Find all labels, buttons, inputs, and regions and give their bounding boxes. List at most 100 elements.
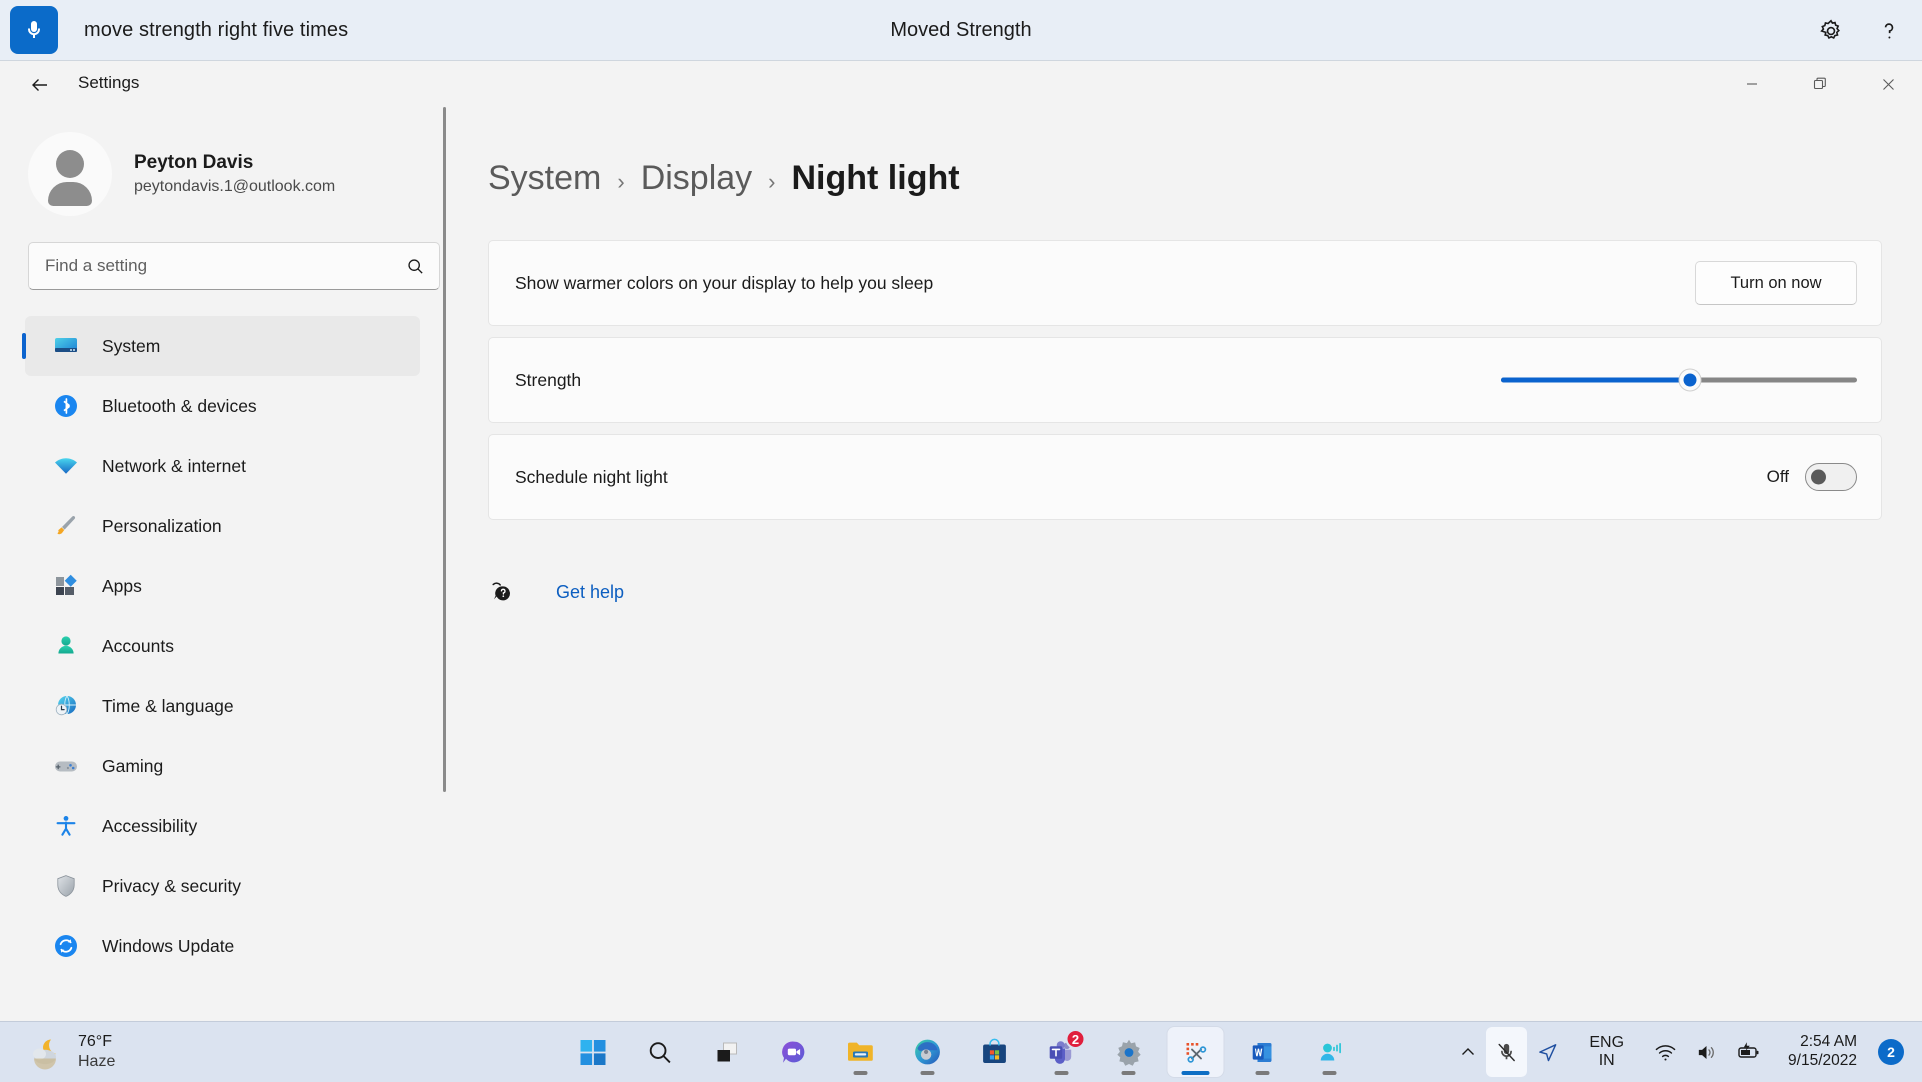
sidebar-item-network-internet[interactable]: Network & internet: [25, 436, 420, 496]
folder-icon: [848, 1042, 873, 1061]
get-help-link[interactable]: Get help: [488, 577, 1922, 607]
sidebar-item-label: Windows Update: [102, 935, 235, 956]
accessibility-person-icon: [52, 812, 80, 840]
wifi-icon: [1655, 1044, 1676, 1061]
sidebar-item-apps[interactable]: Apps: [25, 556, 420, 616]
taskbar-chat-button[interactable]: [766, 1027, 822, 1077]
sidebar-item-label: Privacy & security: [102, 875, 242, 896]
taskbar-app-area: 2: [565, 1027, 1358, 1077]
edge-icon: [915, 1039, 940, 1065]
running-indicator: [1054, 1071, 1069, 1075]
breadcrumb: System › Display › Night light: [448, 107, 1922, 198]
taskbar-file-explorer-button[interactable]: [833, 1027, 889, 1077]
system-tray: ENG IN 2:54 AM 9/15/2022 2: [1450, 1027, 1910, 1077]
tray-date: 9/15/2022: [1788, 1052, 1857, 1069]
sidebar-item-gaming[interactable]: Gaming: [25, 736, 420, 796]
breadcrumb-item-display[interactable]: Display: [641, 159, 752, 198]
tray-language-button[interactable]: ENG IN: [1568, 1027, 1645, 1077]
breadcrumb-separator-icon: ›: [617, 169, 625, 194]
search-icon[interactable]: [406, 257, 425, 276]
back-button[interactable]: [20, 69, 60, 101]
sidebar-scrollbar-thumb[interactable]: [443, 107, 446, 792]
gear-icon[interactable]: [1816, 16, 1846, 46]
running-indicator: [1322, 1071, 1337, 1075]
sidebar-scrollbar[interactable]: [443, 107, 446, 1021]
sidebar-item-accessibility[interactable]: Accessibility: [25, 796, 420, 856]
settings-window: Settings Peyton Davis peytondavis.1@outl…: [0, 61, 1922, 1021]
monitor-icon: [52, 332, 80, 360]
sidebar-item-accounts[interactable]: Accounts: [25, 616, 420, 676]
window-title: Settings: [78, 73, 140, 92]
sidebar-item-time-language[interactable]: Time & language: [25, 676, 420, 736]
notification-center-badge[interactable]: 2: [1878, 1039, 1904, 1065]
tray-microphone-button[interactable]: [1486, 1027, 1528, 1077]
close-button[interactable]: [1854, 61, 1922, 107]
task-view-icon: [717, 1042, 737, 1061]
sidebar-item-bluetooth-devices[interactable]: Bluetooth & devices: [25, 376, 420, 436]
wifi-icon: [52, 452, 80, 480]
taskbar-microsoft-store-button[interactable]: [967, 1027, 1023, 1077]
strength-slider[interactable]: [1501, 362, 1857, 398]
apps-grid-icon: [52, 572, 80, 600]
sidebar-nav: System Bluetooth & devices Network & int…: [0, 316, 448, 976]
taskbar-snipping-tool-button[interactable]: [1167, 1027, 1224, 1077]
language-line-1: ENG: [1589, 1033, 1625, 1051]
store-icon: [983, 1038, 1006, 1063]
word-icon: [1252, 1042, 1271, 1062]
warm-colors-label: Show warmer colors on your display to he…: [515, 272, 934, 293]
restore-button[interactable]: [1786, 61, 1854, 107]
taskbar-microsoft-teams-button[interactable]: 2: [1034, 1027, 1090, 1077]
taskbar-microsoft-edge-button[interactable]: [900, 1027, 956, 1077]
tray-wifi-button[interactable]: [1645, 1027, 1686, 1077]
taskbar-voice-access-button[interactable]: [1302, 1027, 1358, 1077]
tray-location-button[interactable]: [1527, 1027, 1568, 1077]
tray-clock-button[interactable]: 2:54 AM 9/15/2022: [1771, 1027, 1878, 1077]
sidebar-item-personalization[interactable]: Personalization: [25, 496, 420, 556]
sidebar-item-label: Apps: [102, 575, 142, 596]
tray-overflow-button[interactable]: [1450, 1027, 1486, 1077]
close-icon: [1882, 78, 1894, 90]
voice-access-mic-button[interactable]: [10, 6, 58, 54]
profile-name: Peyton Davis: [134, 151, 254, 173]
avatar: [28, 132, 112, 216]
sidebar-item-label: System: [102, 335, 161, 356]
sidebar-item-system[interactable]: System: [22, 316, 420, 376]
running-indicator: [1255, 1071, 1270, 1075]
search-input[interactable]: [45, 256, 406, 276]
microphone-icon: [28, 21, 40, 38]
sidebar-item-label: Bluetooth & devices: [102, 395, 257, 416]
taskbar-task-view-button[interactable]: [699, 1027, 755, 1077]
schedule-night-light-label: Schedule night light: [515, 466, 668, 487]
snip-scissors-icon: [1186, 1042, 1206, 1063]
slider-thumb[interactable]: [1678, 368, 1702, 392]
turn-on-now-button[interactable]: Turn on now: [1695, 261, 1857, 305]
search-box[interactable]: [28, 242, 440, 290]
weather-temperature: 76°F: [78, 1033, 112, 1050]
sidebar-item-label: Time & language: [102, 695, 234, 716]
breadcrumb-item-system[interactable]: System: [488, 159, 601, 198]
speaker-icon: [1698, 1045, 1714, 1059]
sidebar-item-privacy-security[interactable]: Privacy & security: [25, 856, 420, 916]
tray-battery-button[interactable]: [1727, 1027, 1771, 1077]
help-chat-icon: [488, 577, 518, 607]
question-mark-icon[interactable]: [1874, 16, 1904, 46]
taskbar-search-button[interactable]: [632, 1027, 688, 1077]
back-arrow-icon: [32, 79, 47, 91]
minimize-button[interactable]: [1718, 61, 1786, 107]
settings-content: System › Display › Night light Show warm…: [448, 107, 1922, 1021]
taskbar-settings-button[interactable]: [1101, 1027, 1157, 1077]
get-help-label: Get help: [556, 581, 625, 602]
notification-badge: 2: [1065, 1029, 1086, 1049]
clock-globe-icon: [52, 692, 80, 720]
user-profile[interactable]: Peyton Davis peytondavis.1@outlook.com: [0, 107, 448, 216]
sidebar-item-windows-update[interactable]: Windows Update: [25, 916, 420, 976]
running-indicator: [1121, 1071, 1136, 1075]
taskbar-microsoft-word-button[interactable]: [1235, 1027, 1291, 1077]
taskbar-weather-widget[interactable]: 76°F Haze: [26, 1032, 115, 1072]
running-indicator: [853, 1071, 868, 1075]
voice-access-bar: move strength right five times Moved Str…: [0, 0, 1922, 61]
schedule-night-light-toggle[interactable]: [1805, 463, 1857, 491]
settings-cards: Show warmer colors on your display to he…: [488, 240, 1882, 520]
tray-volume-button[interactable]: [1686, 1027, 1727, 1077]
taskbar-start-button[interactable]: [565, 1027, 621, 1077]
